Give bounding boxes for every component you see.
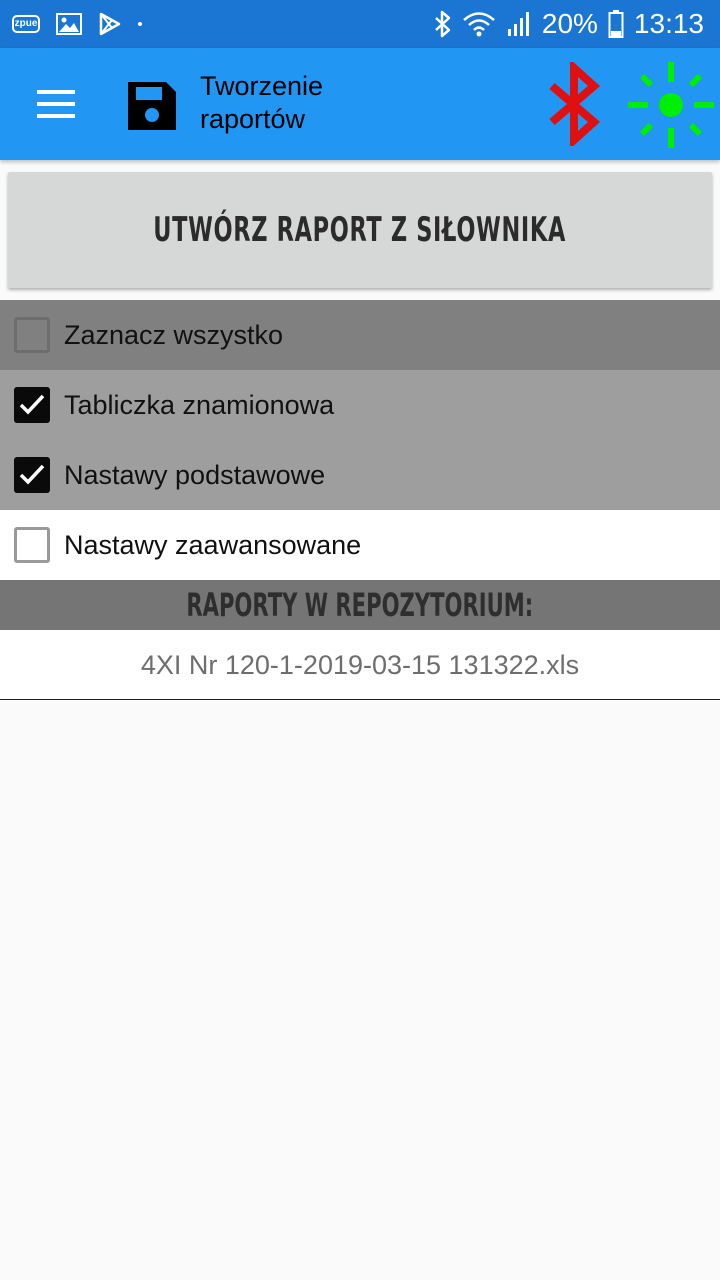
repository-header: RAPORTY W REPOZYTORIUM: bbox=[0, 580, 720, 630]
nameplate-label: Tabliczka znamionowa bbox=[64, 390, 335, 420]
repository-header-label: RAPORTY W REPOZYTORIUM: bbox=[186, 586, 534, 624]
advanced-settings-label: Nastawy zaawansowane bbox=[64, 530, 362, 560]
hamburger-bar bbox=[37, 114, 75, 118]
floppy-disk-icon[interactable] bbox=[124, 78, 180, 134]
status-bar: zpue 20% 13:13 bbox=[0, 0, 720, 48]
hamburger-bar bbox=[37, 102, 75, 106]
sun-led-icon[interactable] bbox=[624, 58, 718, 152]
wifi-icon bbox=[463, 12, 495, 37]
advanced-settings-checkbox[interactable] bbox=[14, 527, 50, 563]
basic-settings-label: Nastawy podstawowe bbox=[64, 460, 326, 490]
create-report-label: UTWÓRZ RAPORT Z SIŁOWNIKA bbox=[153, 210, 567, 250]
system-icons: 20% 13:13 bbox=[424, 8, 704, 40]
title-line-1: Tworzenie bbox=[200, 71, 324, 101]
advanced-settings-row[interactable]: Nastawy zaawansowane bbox=[0, 510, 720, 580]
signal-icon bbox=[507, 12, 529, 36]
nameplate-checkbox[interactable] bbox=[14, 387, 50, 423]
play-store-icon bbox=[99, 12, 121, 36]
notification-icons: zpue bbox=[12, 9, 158, 39]
select-all-checkbox[interactable] bbox=[14, 317, 50, 353]
nameplate-row[interactable]: Tabliczka znamionowa bbox=[0, 370, 720, 440]
notification-dot-icon bbox=[138, 22, 142, 26]
hamburger-menu-icon bbox=[37, 90, 75, 94]
create-report-button[interactable]: UTWÓRZ RAPORT Z SIŁOWNIKA bbox=[8, 172, 712, 288]
basic-settings-checkbox[interactable] bbox=[14, 457, 50, 493]
title-line-2: raportów bbox=[200, 104, 306, 134]
bluetooth-connection-icon[interactable] bbox=[544, 62, 604, 146]
basic-settings-row[interactable]: Nastawy podstawowe bbox=[0, 440, 720, 510]
menu-button[interactable] bbox=[24, 80, 88, 128]
select-all-row[interactable]: Zaznacz wszystko bbox=[0, 300, 720, 370]
checkmark-icon bbox=[19, 394, 45, 415]
zpue-app-icon: zpue bbox=[12, 15, 40, 33]
report-file-item[interactable]: 4XI Nr 120-1-2019-03-15 131322.xls bbox=[0, 630, 720, 700]
select-all-label: Zaznacz wszystko bbox=[64, 320, 284, 350]
battery-icon bbox=[608, 10, 624, 38]
checkmark-icon bbox=[19, 464, 45, 485]
gallery-icon bbox=[56, 13, 82, 35]
battery-percent: 20% bbox=[541, 8, 598, 39]
app-bar: Tworzenie raportów bbox=[0, 48, 720, 160]
clock: 13:13 bbox=[633, 8, 704, 39]
bluetooth-icon bbox=[435, 10, 451, 38]
page-title: Tworzenie raportów bbox=[200, 70, 400, 136]
